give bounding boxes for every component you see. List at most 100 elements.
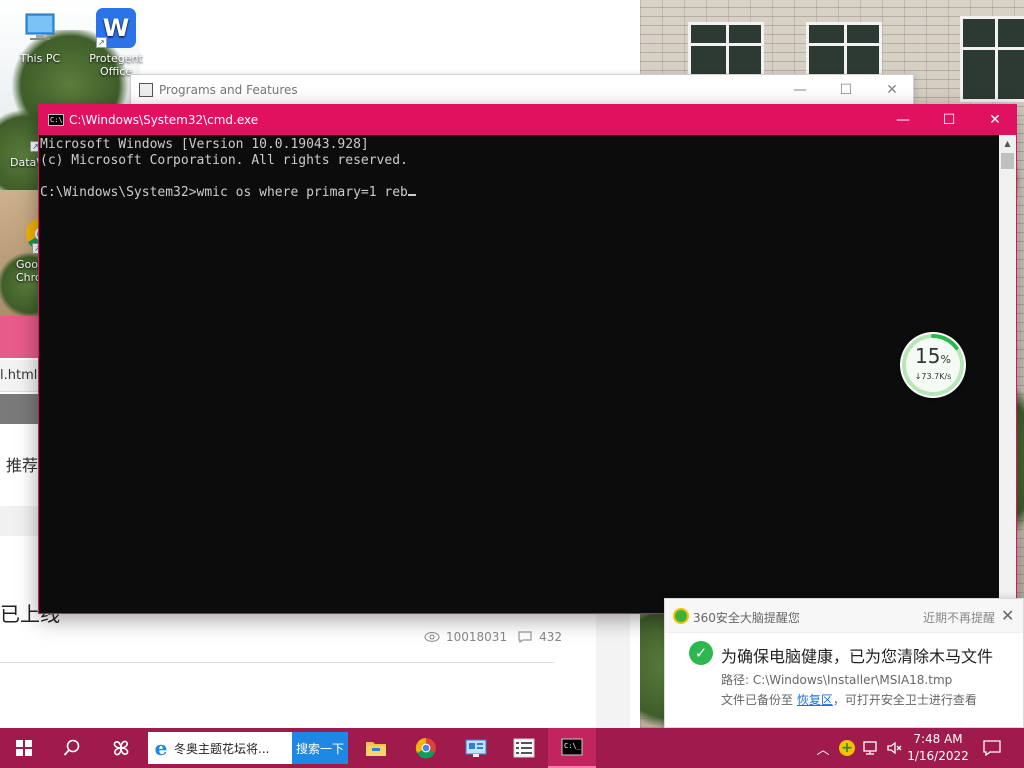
- minimize-icon: —: [896, 112, 910, 128]
- scroll-up-icon[interactable]: ▲: [999, 135, 1016, 152]
- 360-tray-icon: +: [839, 740, 855, 756]
- taskbar-chrome[interactable]: [402, 728, 450, 768]
- search-icon: [63, 739, 80, 756]
- computer-icon: [20, 8, 60, 48]
- start-button[interactable]: [0, 728, 48, 768]
- taskbar-cmd[interactable]: C:\_: [548, 728, 596, 768]
- console-prompt-line[interactable]: C:\Windows\System32>wmic os where primar…: [40, 185, 1000, 201]
- desktop-icon-label: This PC: [19, 52, 61, 65]
- notification-message: 为确保电脑健康，已为您清除木马文件: [721, 647, 994, 666]
- network-button[interactable]: [860, 728, 882, 768]
- close-icon[interactable]: ✕: [1001, 606, 1014, 625]
- vertical-scrollbar[interactable]: ▲ ▼: [999, 135, 1016, 613]
- notification-app-name: 360安全大脑提醒您: [693, 611, 800, 625]
- page-section-row: [0, 506, 40, 536]
- tray-360-button[interactable]: +: [836, 728, 858, 768]
- minimize-icon: —: [793, 82, 807, 98]
- window-title: C:\Windows\System32\cmd.exe: [69, 113, 259, 127]
- cmd-title-bar[interactable]: C:\ C:\Windows\System32\cmd.exe — ☐ ✕: [39, 105, 1016, 135]
- browser-search-box[interactable]: e 冬奥主题花坛将... 搜索一下: [148, 732, 348, 764]
- comments-count: 432: [539, 630, 562, 644]
- cmd-icon: C:\_: [561, 738, 583, 756]
- control-panel-icon: [465, 739, 487, 757]
- volume-button[interactable]: [884, 728, 906, 768]
- divider: [0, 662, 554, 663]
- taskbar-control-panel[interactable]: [452, 728, 500, 768]
- console-output[interactable]: Microsoft Windows [Version 10.0.19043.92…: [39, 135, 1000, 613]
- restore-area-link[interactable]: 恢复区: [797, 693, 833, 707]
- desktop-icon-protegent-office[interactable]: W ↗ Protegent Office: [78, 8, 154, 78]
- memory-percent: 15%: [915, 344, 951, 368]
- programs-list-icon: [513, 738, 535, 758]
- backup-prefix: 文件已备份至: [721, 693, 794, 707]
- page-toolbar: [0, 394, 40, 424]
- notification-header: 360安全大脑提醒您 近期不再提醒 ✕: [665, 599, 1023, 633]
- page-stats: 10018031 432: [424, 630, 562, 644]
- close-icon: ✕: [989, 112, 1001, 128]
- shortcut-arrow-icon: ↗: [96, 37, 107, 48]
- ie-browser-icon: e: [154, 736, 168, 760]
- app-shortcut-icon: ↗: [0, 112, 41, 152]
- minimize-button[interactable]: —: [777, 75, 823, 105]
- scrollbar-thumb[interactable]: [1001, 153, 1014, 169]
- wps-office-icon: W ↗: [96, 8, 136, 48]
- security-notification[interactable]: 360安全大脑提醒您 近期不再提醒 ✕ ✓ 为确保电脑健康，已为您清除木马文件 …: [664, 598, 1024, 728]
- console-line: Microsoft Windows [Version 10.0.19043.92…: [40, 137, 369, 152]
- console-input[interactable]: C:\Windows\System32>wmic os where primar…: [40, 185, 408, 200]
- windows-logo-icon: [16, 740, 32, 756]
- show-hidden-icons-button[interactable]: ︿: [814, 728, 832, 768]
- network-icon: [863, 741, 877, 755]
- cmd-icon: C:\: [48, 114, 64, 126]
- file-path-line: 路径: C:\Windows\Installer\MSIA18.tmp: [721, 671, 952, 688]
- volume-muted-icon: [887, 741, 902, 755]
- comment-icon: [518, 631, 532, 643]
- maximize-icon: ☐: [839, 82, 853, 98]
- taskbar-programs-features[interactable]: [500, 728, 548, 768]
- close-button[interactable]: ✕: [972, 105, 1018, 135]
- download-speed: ↓73.7K/s: [914, 372, 952, 381]
- notification-icon: [983, 740, 1001, 756]
- network-speed-widget[interactable]: 15% ↓73.7K/s: [900, 332, 966, 398]
- console-line: (c) Microsoft Corporation. All rights re…: [40, 153, 408, 168]
- dont-remind-link[interactable]: 近期不再提醒: [923, 609, 995, 626]
- maximize-button[interactable]: ☐: [823, 75, 869, 105]
- views-count: 10018031: [446, 630, 508, 644]
- path-label: 路径:: [721, 673, 750, 687]
- taskbar-file-explorer[interactable]: [352, 728, 400, 768]
- search-go-button[interactable]: 搜索一下: [292, 732, 348, 764]
- window-title: Programs and Features: [159, 83, 298, 97]
- search-button[interactable]: [48, 728, 96, 768]
- page-url-fragment: l.html: [0, 360, 40, 392]
- path-value: C:\Windows\Installer\MSIA18.tmp: [752, 673, 953, 687]
- search-input[interactable]: 冬奥主题花坛将...: [174, 740, 292, 757]
- action-center-button[interactable]: [980, 728, 1004, 768]
- chrome-icon: [415, 738, 436, 759]
- file-explorer-icon: [366, 742, 386, 756]
- backup-line: 文件已备份至 恢复区，可打开安全卫士进行查看: [721, 691, 977, 708]
- 360-logo-icon: [673, 608, 689, 624]
- programs-icon: [139, 83, 153, 97]
- maximize-icon: ☐: [942, 112, 956, 128]
- page-sidebar: [596, 614, 630, 728]
- task-view-button[interactable]: [96, 728, 146, 768]
- clock-time: 7:48 AM: [913, 732, 963, 746]
- eye-icon: [424, 631, 440, 643]
- clock[interactable]: 7:48 AM 1/16/2022: [904, 731, 972, 765]
- text-cursor: [407, 194, 416, 196]
- minimize-button[interactable]: —: [880, 105, 926, 135]
- close-button[interactable]: ✕: [869, 75, 915, 105]
- desktop-icon-this-pc[interactable]: This PC: [2, 8, 78, 65]
- page-header-band: [0, 316, 40, 358]
- clock-date: 1/16/2022: [907, 749, 969, 763]
- fan-icon: [113, 740, 129, 756]
- cmd-window[interactable]: C:\ C:\Windows\System32\cmd.exe — ☐ ✕ Mi…: [38, 104, 1017, 614]
- page-text-fragment: 推荐: [6, 456, 39, 475]
- svg-text:C:\_: C:\_: [564, 742, 582, 750]
- check-icon: ✓: [689, 641, 713, 665]
- close-icon: ✕: [886, 82, 898, 98]
- maximize-button[interactable]: ☐: [926, 105, 972, 135]
- chevron-up-icon: ︿: [816, 742, 830, 758]
- backup-suffix: ，可打开安全卫士进行查看: [832, 693, 977, 707]
- taskbar: e 冬奥主题花坛将... 搜索一下 C:\_ ︿ + 7:48 AM 1/16/…: [0, 728, 1024, 768]
